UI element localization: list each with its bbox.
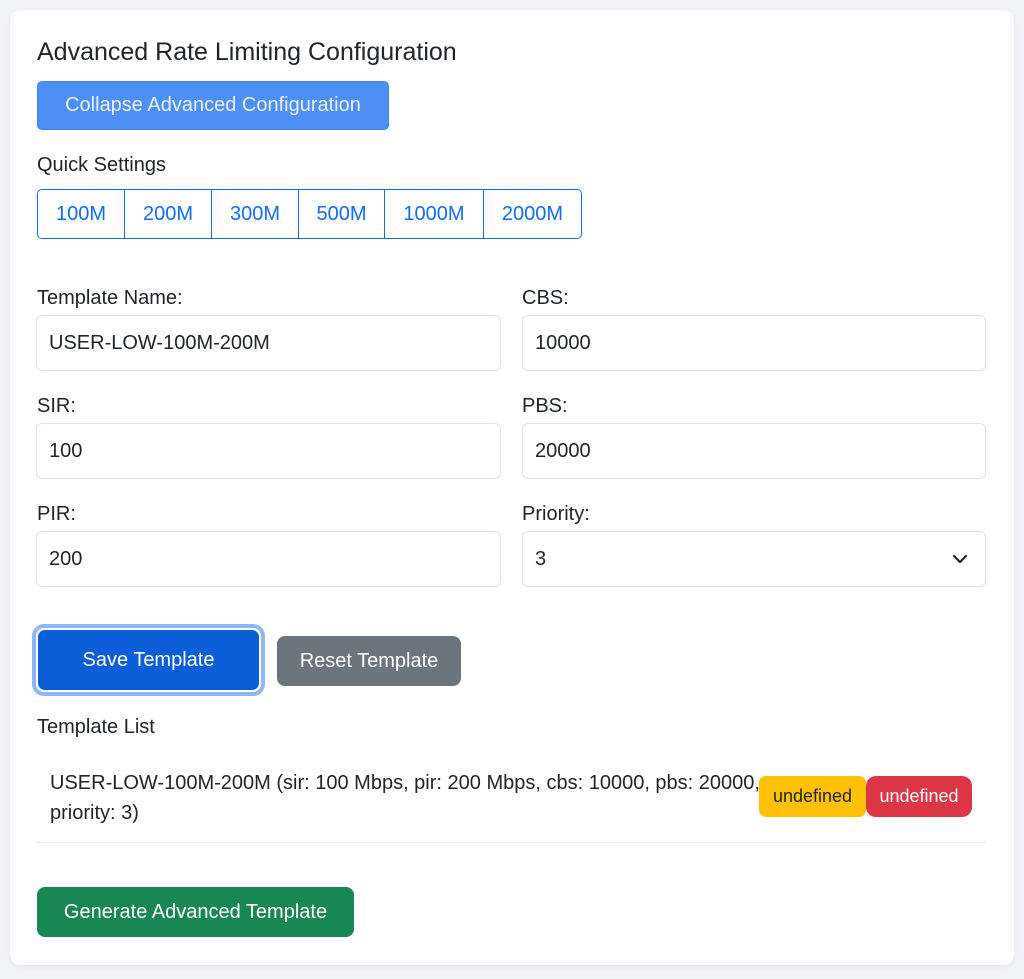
pir-value: 200 — [49, 547, 83, 570]
status-badge-danger: undefined — [866, 776, 972, 817]
save-template-label: Save Template — [38, 630, 259, 690]
quick-setting-2000m-button[interactable]: 2000M — [484, 190, 581, 238]
quick-setting-200m-button[interactable]: 200M — [125, 190, 212, 238]
chevron-down-icon — [952, 554, 968, 564]
template-name-input[interactable]: USER-LOW-100M-200M — [36, 315, 501, 371]
quick-setting-300m-button[interactable]: 300M — [212, 190, 299, 238]
priority-value: 3 — [535, 547, 547, 570]
reset-template-button[interactable]: Reset Template — [277, 636, 461, 686]
quick-settings-group: 100M 200M 300M 500M 1000M 2000M — [37, 189, 582, 239]
template-name-label: Template Name: — [37, 287, 183, 309]
quick-settings-label: Quick Settings — [37, 154, 166, 176]
rate-limit-config-card: Advanced Rate Limiting Configuration Col… — [10, 10, 1014, 965]
generate-advanced-template-button[interactable]: Generate Advanced Template — [37, 887, 354, 937]
template-list-item-text: USER-LOW-100M-200M (sir: 100 Mbps, pir: … — [50, 772, 760, 824]
pir-label: PIR: — [37, 503, 76, 525]
template-list-label: Template List — [37, 716, 155, 738]
pbs-value: 20000 — [535, 439, 591, 462]
sir-input[interactable]: 100 — [36, 423, 501, 479]
cbs-value: 10000 — [535, 331, 591, 354]
page-title: Advanced Rate Limiting Configuration — [37, 38, 457, 66]
quick-setting-100m-button[interactable]: 100M — [38, 190, 125, 238]
sir-label: SIR: — [37, 395, 76, 417]
list-item: USER-LOW-100M-200M (sir: 100 Mbps, pir: … — [36, 758, 986, 843]
quick-setting-500m-button[interactable]: 500M — [299, 190, 385, 238]
pbs-input[interactable]: 20000 — [522, 423, 986, 479]
save-template-button[interactable]: Save Template — [32, 624, 265, 696]
pbs-label: PBS: — [522, 395, 568, 417]
sir-value: 100 — [49, 439, 83, 462]
collapse-advanced-button[interactable]: Collapse Advanced Configuration — [37, 81, 389, 130]
priority-select[interactable]: 3 — [522, 531, 986, 587]
template-name-value: USER-LOW-100M-200M — [49, 331, 270, 354]
priority-label: Priority: — [522, 503, 590, 525]
pir-input[interactable]: 200 — [36, 531, 501, 587]
cbs-label: CBS: — [522, 287, 569, 309]
status-badge-warning: undefined — [759, 776, 866, 817]
quick-setting-1000m-button[interactable]: 1000M — [385, 190, 484, 238]
cbs-input[interactable]: 10000 — [522, 315, 986, 371]
